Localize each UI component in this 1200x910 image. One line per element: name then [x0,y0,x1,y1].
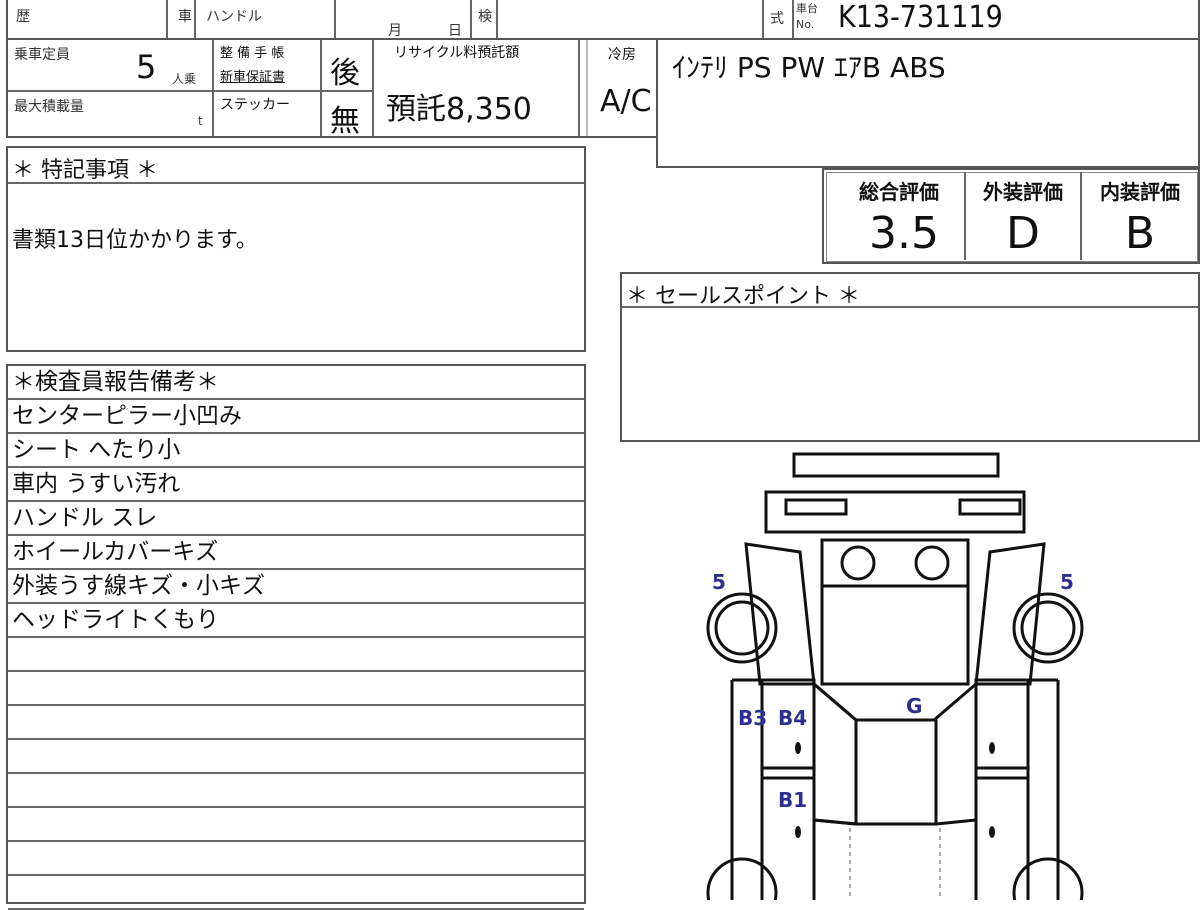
list-item: 外装うす線キズ・小キズ [8,570,584,604]
left-front-tire [706,592,778,664]
inspector-report-title: ＊検査員報告備考＊ [8,366,584,400]
inspection-label: 検 [478,9,492,25]
right-rear-tire [1012,857,1084,900]
list-item [8,808,584,842]
list-item: センターピラー小凹み [8,400,584,434]
chassis-label-bottom: No. [796,18,815,31]
headlight-left [840,545,876,581]
inspector-report-box: ＊検査員報告備考＊ センターピラー小凹み シート へたり小 車内 うすい汚れ ハ… [6,364,586,910]
right-front-tire [1012,592,1084,664]
interior-score-value: B [1124,208,1156,259]
maintenance-label-1: 整 備 手 帳 [220,46,285,61]
equipment-text: ｲﾝﾃﾘ PS PW ｴｱB ABS [672,51,946,84]
special-notes-text: 書類13日位かかります。 [12,228,258,253]
sales-point-box: ＊ セールスポイント ＊ [620,272,1200,442]
maintenance-value: 後 [330,56,360,91]
chassis-label-top: 車台 [796,2,818,15]
hood [820,586,970,686]
chassis-number: K13-731119 [838,0,1003,35]
maintenance-label-2: 新車保証書 [220,70,286,85]
handle-label: ハンドル [206,9,262,25]
list-item [8,706,584,740]
special-notes-title: ＊ 特記事項 ＊ [12,158,158,183]
list-item [8,638,584,672]
sticker-label: ステッカー [220,97,290,113]
right-body [974,678,1058,900]
max-load-label: 最大積載量 [14,99,84,115]
list-item [8,740,584,774]
mark-right-front-tire: 5 [1060,570,1074,594]
windshield [813,682,977,722]
grille [820,538,970,588]
mark-b4: B4 [778,706,808,730]
headlight-right [914,545,950,581]
front-panel [764,490,1026,534]
capacity-label: 乗車定員 [14,47,70,63]
sticker-value: 無 [330,104,360,139]
list-item [8,842,584,876]
recycle-label: リサイクル料預託額 [394,45,520,61]
specs-box: 乗車定員 5 人乗 最大積載量 t 整 備 手 帳 新車保証書 ステッカー 後 … [6,38,660,139]
car-damage-diagram [706,452,1084,900]
special-notes-box: ＊ 特記事項 ＊ 書類13日位かかります。 [6,146,586,352]
car-label: 車 [178,9,192,25]
day-label: 日 [448,23,462,39]
header-strip: 歴 車 ハンドル 月 日 検 式 車台 No. K13-731119 [6,0,1200,40]
interior-score-label: 内装評価 [1100,180,1180,204]
capacity-value: 5 [136,48,157,86]
left-front-fender [744,542,816,686]
list-item: ハンドル スレ [8,502,584,536]
list-item [8,774,584,808]
recycle-value: 預託8,350 [386,92,532,127]
overall-score-value: 3.5 [869,208,939,259]
equipment-box: ｲﾝﾃﾘ PS PW ｴｱB ABS [656,38,1200,168]
capacity-unit: 人乗 [172,72,197,86]
list-item: シート へたり小 [8,434,584,468]
list-item: 車内 うすい汚れ [8,468,584,502]
mark-b3: B3 [738,706,768,730]
front-bumper [792,452,1000,478]
month-label: 月 [388,23,402,39]
roof [854,718,938,826]
mark-left-front-tire: 5 [712,570,726,594]
list-item: ホイールカバーキズ [8,536,584,570]
list-item [8,672,584,706]
ac-value: A/C [600,84,652,119]
right-front-fender [974,542,1046,686]
max-load-unit: t [198,114,203,128]
list-item: ヘッドライトくもり [8,604,584,638]
left-rear-tire [706,857,778,900]
scores-box: 総合評価 3.5 外装評価 D 内装評価 B [822,168,1200,264]
exterior-score-label: 外装評価 [983,180,1063,204]
mark-b1: B1 [778,788,808,812]
exterior-score-value: D [1006,208,1040,259]
model-label: 式 [770,11,784,27]
mark-g: G [906,694,923,718]
overall-score-label: 総合評価 [859,180,939,204]
ac-label: 冷房 [608,47,636,63]
history-label: 歴 [16,9,30,25]
list-item [8,876,584,910]
